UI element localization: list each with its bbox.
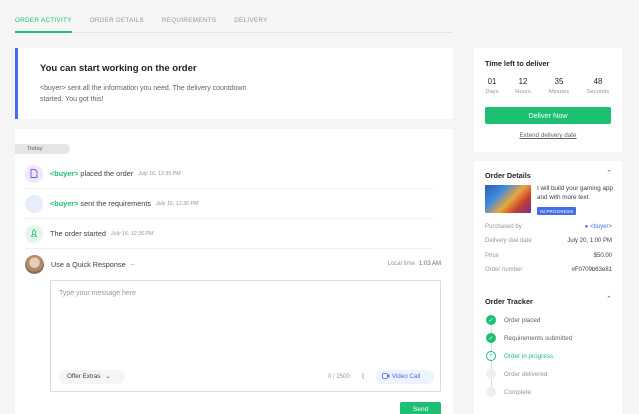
document-icon: [25, 164, 43, 183]
buyer-link[interactable]: <buyer>: [50, 169, 78, 178]
chevron-up-icon[interactable]: ⌃: [606, 169, 612, 177]
timer-seconds: 48 Seconds: [586, 77, 610, 95]
attach-icon[interactable]: ⌇: [361, 372, 365, 381]
order-details-card: Order Details ⌃ I will build your gaming…: [474, 161, 622, 414]
timer-hours: 12 Hours: [515, 77, 531, 95]
activity-text: sent the requirements: [78, 199, 152, 208]
video-camera-icon: [382, 373, 390, 379]
char-count: 0 / 2500: [328, 374, 350, 380]
message-input[interactable]: Type your message here: [59, 290, 136, 297]
detail-row: Purchased by ● <buyer>: [485, 224, 612, 230]
detail-row: Price $50.00: [485, 253, 612, 259]
tab-order-activity[interactable]: ORDER ACTIVITY: [15, 10, 72, 33]
check-icon: ✓: [486, 315, 496, 325]
timer-title: Time left to deliver: [485, 59, 550, 68]
tab-order-details[interactable]: ORDER DETAILS: [90, 10, 144, 33]
purchased-by-link[interactable]: ● <buyer>: [585, 224, 612, 230]
pending-dot-icon: [486, 387, 496, 397]
reply-header: Use a Quick Response – Local time 1:03 AM: [25, 254, 441, 274]
order-tabs: ORDER ACTIVITY ORDER DETAILS REQUIREMENT…: [15, 10, 452, 33]
tracker-step: ✓ Order placed: [486, 315, 540, 325]
tracker-step: Complete: [486, 387, 531, 397]
order-tracker-title: Order Tracker: [485, 297, 533, 306]
order-details-title: Order Details: [485, 171, 531, 180]
message-composer[interactable]: Type your message here Offer Extras ⌄ 0 …: [50, 280, 441, 392]
detail-row: Order number #F0709b63e81: [485, 267, 612, 273]
pending-dot-icon: [486, 369, 496, 379]
detail-row: Delivery due date July 20, 1:00 PM: [485, 238, 612, 244]
quick-response-selector[interactable]: Use a Quick Response: [51, 260, 126, 269]
buyer-link[interactable]: <buyer>: [50, 199, 78, 208]
timer-days: 01 Days: [485, 77, 499, 95]
tab-delivery[interactable]: DELIVERY: [234, 10, 267, 33]
offer-extras-button[interactable]: Offer Extras ⌄: [59, 370, 125, 384]
activity-item: The order started July 16, 12:35 PM: [25, 219, 433, 249]
user-circle-icon: [25, 194, 43, 213]
video-call-label: Video Call: [391, 373, 421, 380]
check-icon: ✓: [486, 333, 496, 343]
activity-time: July 16, 12:35 PM: [110, 230, 154, 237]
offer-extras-label: Offer Extras: [67, 373, 101, 380]
start-working-banner: You can start working on the order <buye…: [15, 48, 453, 119]
video-call-button[interactable]: Video Call: [376, 370, 434, 384]
activity-feed: Today <buyer> placed the order July 16, …: [15, 129, 453, 414]
send-button[interactable]: Send: [400, 402, 441, 414]
local-time-value: 1:03 AM: [418, 261, 441, 267]
banner-title: You can start working on the order: [40, 63, 197, 74]
activity-time: July 16, 12:36 PM: [156, 200, 199, 207]
banner-body: <buyer> sent all the information you nee…: [40, 85, 247, 103]
deliver-now-button[interactable]: Deliver Now: [485, 107, 611, 124]
local-time-label: Local time: [387, 261, 415, 267]
avatar: [25, 254, 44, 274]
day-label: Today: [15, 144, 70, 154]
gig-thumbnail[interactable]: [485, 185, 531, 213]
status-badge: IN PROGRESS: [537, 207, 577, 215]
local-time: Local time 1:03 AM: [388, 261, 441, 267]
quick-response-dash: –: [130, 260, 135, 268]
tracker-step: Order delivered: [486, 369, 547, 379]
gig-title[interactable]: I will build your gaming app and with mo…: [537, 184, 613, 202]
chevron-up-icon[interactable]: ⌃: [606, 295, 612, 303]
activity-time: July 16, 12:35 PM: [138, 170, 181, 177]
timer-minutes: 35 Minutes: [548, 77, 570, 95]
tab-requirements[interactable]: REQUIREMENTS: [162, 10, 216, 33]
activity-item: <buyer> placed the order July 16, 12:35 …: [25, 159, 433, 189]
chevron-down-icon: ⌄: [105, 373, 111, 380]
in-progress-icon: +: [486, 351, 496, 361]
delivery-timer-card: Time left to deliver 01 Days 12 Hours 35 Mi…: [474, 48, 622, 152]
activity-text: placed the order: [78, 169, 134, 178]
tracker-step: ✓ Requirements submitted: [486, 333, 572, 343]
tracker-step: + Order in progress: [486, 351, 553, 361]
extend-delivery-link[interactable]: Extend delivery date: [474, 132, 622, 139]
activity-text: The order started: [50, 229, 106, 238]
activity-item: <buyer> sent the requirements July 16, 1…: [25, 189, 433, 219]
rocket-icon: [25, 224, 43, 243]
